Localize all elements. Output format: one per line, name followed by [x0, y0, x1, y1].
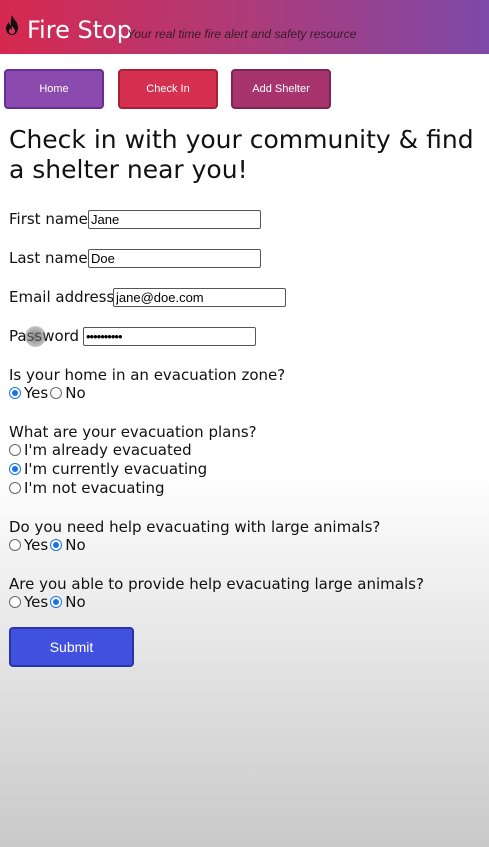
first-name-label: First name	[9, 209, 88, 228]
evac-zone-yes-radio[interactable]	[9, 387, 21, 399]
evac-plans-question: What are your evacuation plans?	[9, 423, 257, 441]
provide-help-yes-label: Yes	[24, 593, 49, 611]
evac-zone-yes-label: Yes	[24, 384, 49, 402]
need-help-yes-option[interactable]: Yes	[9, 536, 48, 554]
provide-help-animals-question: Are you able to provide help evacuating …	[9, 575, 424, 593]
evac-zone-no-option[interactable]: No	[50, 384, 86, 402]
app-tagline: Your real time fire alert and safety res…	[127, 27, 357, 41]
evac-plans-already-radio[interactable]	[9, 444, 21, 456]
evac-zone-no-label: No	[65, 384, 86, 402]
last-name-label: Last name	[9, 248, 88, 267]
provide-help-no-radio[interactable]	[50, 596, 63, 608]
need-help-animals-options: Yes No	[9, 536, 88, 554]
need-help-yes-label: Yes	[24, 536, 49, 554]
submit-button[interactable]: Submit	[9, 627, 134, 667]
email-row: Email address	[9, 287, 114, 306]
evac-zone-options: Yes No	[9, 384, 88, 402]
need-help-no-radio[interactable]	[50, 539, 63, 551]
need-help-no-option[interactable]: No	[50, 536, 86, 554]
touch-cursor	[25, 326, 46, 347]
app-header: Fire Stop Your real time fire alert and …	[0, 0, 489, 54]
evac-plans-option-currently[interactable]: I'm currently evacuating	[9, 460, 207, 478]
flame-icon	[6, 15, 18, 35]
need-help-animals-question: Do you need help evacuating with large a…	[9, 518, 381, 536]
provide-help-no-label: No	[65, 593, 86, 611]
evac-plans-currently-label: I'm currently evacuating	[24, 460, 208, 478]
evac-zone-question: Is your home in an evacuation zone?	[9, 366, 286, 384]
provide-help-yes-radio[interactable]	[9, 596, 21, 608]
evac-plans-not-radio[interactable]	[9, 482, 21, 494]
last-name-row: Last name	[9, 248, 88, 267]
provide-help-animals-options: Yes No	[9, 593, 88, 611]
email-input[interactable]	[113, 288, 286, 307]
evac-zone-no-radio[interactable]	[50, 387, 63, 399]
need-help-yes-radio[interactable]	[9, 539, 21, 551]
nav-home-button[interactable]: Home	[4, 69, 104, 109]
last-name-input[interactable]	[88, 249, 261, 268]
first-name-input[interactable]	[88, 210, 261, 229]
app-title: Fire Stop	[27, 16, 133, 44]
need-help-no-label: No	[65, 536, 86, 554]
page-heading: Check in with your community & find a sh…	[9, 125, 474, 184]
password-input[interactable]	[83, 327, 256, 346]
nav-add-shelter-button[interactable]: Add Shelter	[231, 69, 331, 109]
evac-plans-option-already[interactable]: I'm already evacuated	[9, 441, 192, 459]
provide-help-no-option[interactable]: No	[50, 593, 86, 611]
nav-check-in-button[interactable]: Check In	[118, 69, 218, 109]
email-label: Email address	[9, 287, 115, 306]
evac-plans-not-label: I'm not evacuating	[24, 479, 165, 497]
evac-zone-yes-option[interactable]: Yes	[9, 384, 48, 402]
first-name-row: First name	[9, 209, 88, 228]
evac-plans-already-label: I'm already evacuated	[24, 441, 192, 459]
evac-plans-currently-radio[interactable]	[9, 463, 21, 475]
evac-plans-option-not[interactable]: I'm not evacuating	[9, 479, 165, 497]
provide-help-yes-option[interactable]: Yes	[9, 593, 48, 611]
